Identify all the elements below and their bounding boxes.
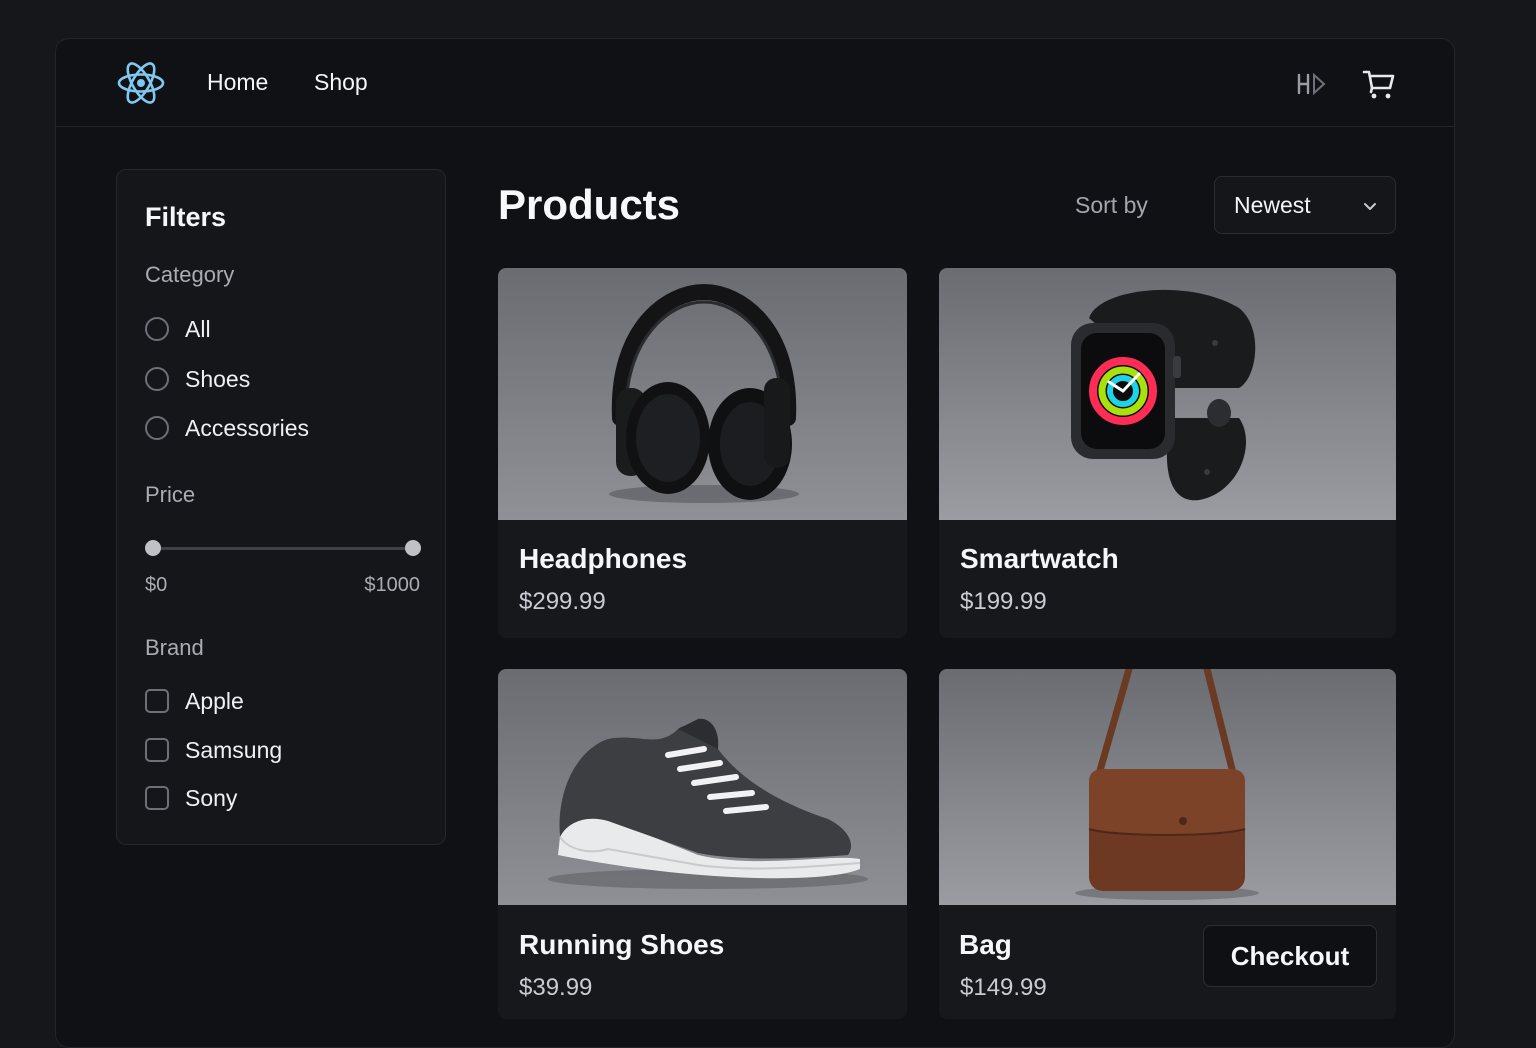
radio-button[interactable] (145, 317, 169, 341)
brand-option-label: Sony (185, 784, 238, 811)
smartwatch-image (939, 268, 1396, 520)
checkout-button[interactable]: Checkout (1203, 925, 1377, 987)
category-option-all[interactable]: All (145, 315, 211, 343)
nav-home-link[interactable]: Home (207, 69, 268, 96)
category-option-shoes[interactable]: Shoes (145, 365, 250, 393)
radio-button[interactable] (145, 367, 169, 391)
cart-icon[interactable] (1362, 67, 1396, 101)
price-min-value: $0 (145, 574, 168, 596)
product-name: Headphones (519, 543, 688, 574)
product-price: $149.99 (960, 974, 1047, 1001)
product-card-running-shoes[interactable]: Running Shoes $39.99 (498, 669, 907, 1019)
product-price: $299.99 (519, 588, 606, 615)
sort-label: Sort by (1075, 192, 1148, 218)
product-name: Smartwatch (960, 543, 1119, 574)
top-navbar: Home Shop (56, 39, 1454, 127)
product-name: Bag (959, 929, 1012, 960)
chevron-down-icon (1361, 197, 1379, 215)
product-price: $39.99 (519, 974, 593, 1001)
brand-option-samsung[interactable]: Samsung (145, 736, 282, 764)
product-name: Running Shoes (519, 929, 725, 960)
checkbox[interactable] (145, 786, 169, 810)
page-title: Products (498, 181, 681, 228)
slider-min-handle[interactable] (145, 540, 161, 556)
brand-label: Brand (145, 635, 204, 660)
category-option-label: All (185, 315, 211, 342)
theme-toggle-icon[interactable] (1294, 67, 1328, 101)
category-option-accessories[interactable]: Accessories (145, 414, 309, 442)
sneaker-image (498, 669, 907, 905)
brand-option-label: Samsung (185, 736, 283, 763)
sort-dropdown[interactable]: Newest (1214, 176, 1396, 234)
category-label: Category (145, 262, 235, 287)
handbag-image (939, 669, 1396, 905)
category-option-label: Shoes (185, 365, 251, 392)
radio-button[interactable] (145, 416, 169, 440)
filters-title: Filters (145, 202, 227, 232)
checkbox[interactable] (145, 689, 169, 713)
category-option-label: Accessories (185, 414, 309, 441)
brand-option-apple[interactable]: Apple (145, 687, 244, 715)
product-card-smartwatch[interactable]: Smartwatch $199.99 (939, 268, 1396, 638)
slider-max-handle[interactable] (405, 540, 421, 556)
nav-shop-link[interactable]: Shop (314, 69, 368, 96)
slider-track (153, 547, 413, 550)
app-window: Home Shop Filters Category All Shoes Acc… (55, 38, 1455, 1048)
product-price: $199.99 (960, 588, 1047, 615)
checkbox[interactable] (145, 738, 169, 762)
brand-option-sony[interactable]: Sony (145, 784, 237, 812)
react-atom-logo-icon[interactable] (116, 59, 166, 107)
price-max-value: $1000 (364, 574, 420, 596)
product-card-headphones[interactable]: Headphones $299.99 (498, 268, 907, 638)
headphones-image (498, 268, 907, 520)
sort-selected-value: Newest (1234, 192, 1311, 218)
price-range-slider[interactable] (145, 538, 421, 558)
filters-panel: Filters Category All Shoes Accessories P… (116, 169, 446, 845)
price-label: Price (145, 482, 196, 507)
brand-option-label: Apple (185, 687, 244, 714)
